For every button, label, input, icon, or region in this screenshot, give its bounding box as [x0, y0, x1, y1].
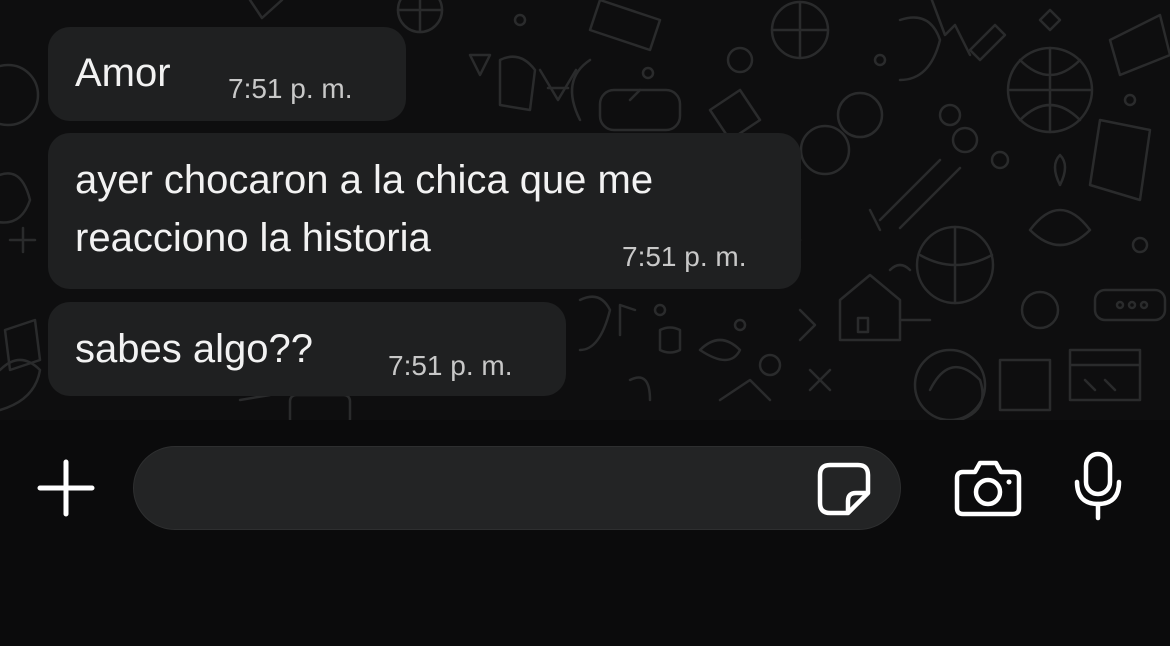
message-text: sabes algo?? — [75, 327, 313, 371]
message-text: Amor — [75, 51, 171, 95]
chat-screen: Amor 7:51 p. m. ayer chocaron a la chica… — [0, 0, 1170, 646]
message-bubble[interactable]: Amor 7:51 p. m. — [48, 27, 406, 121]
message-timestamp: 7:51 p. m. — [622, 241, 747, 272]
sticker-icon[interactable] — [816, 461, 872, 517]
plus-icon[interactable] — [36, 458, 96, 518]
message-bubble[interactable]: ayer chocaron a la chica que me reaccion… — [48, 133, 801, 289]
message-input-field[interactable] — [133, 446, 901, 531]
message-input[interactable] — [164, 447, 808, 531]
camera-icon[interactable] — [953, 458, 1023, 518]
message-timestamp: 7:51 p. m. — [228, 73, 353, 104]
chat-message-area[interactable]: Amor 7:51 p. m. ayer chocaron a la chica… — [0, 0, 1170, 420]
message-text: ayer chocaron a la chica que me reaccion… — [75, 158, 654, 260]
message-bubble[interactable]: sabes algo?? 7:51 p. m. — [48, 302, 566, 396]
microphone-icon[interactable] — [1072, 450, 1124, 522]
message-timestamp: 7:51 p. m. — [388, 350, 513, 381]
